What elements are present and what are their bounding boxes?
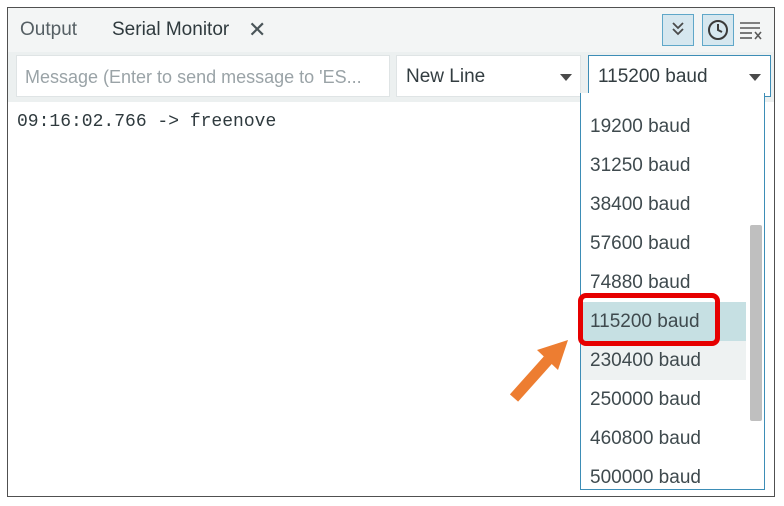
baud-rate-value: 115200 baud — [598, 66, 708, 87]
baud-option[interactable]: 19200 baud — [581, 107, 746, 146]
toggle-timestamp-button[interactable] — [702, 14, 734, 46]
scrollbar-thumb[interactable] — [750, 225, 762, 421]
panel-tab-bar: Output Serial Monitor ✕ — [8, 8, 774, 52]
caret-down-icon — [560, 74, 572, 81]
baud-option[interactable]: 250000 baud — [581, 380, 746, 419]
log-line: 09:16:02.766 -> freenove — [17, 112, 277, 132]
baud-option[interactable]: 460800 baud — [581, 419, 746, 458]
baud-option[interactable]: 38400 baud — [581, 185, 746, 224]
baud-option-hovered[interactable]: 230400 baud — [581, 341, 746, 380]
baud-option[interactable]: 57600 baud — [581, 224, 746, 263]
tab-serial-monitor[interactable]: Serial Monitor — [112, 19, 229, 41]
double-chevron-down-icon — [672, 22, 684, 36]
caret-down-icon — [749, 74, 761, 81]
clear-output-icon[interactable] — [738, 18, 766, 42]
tab-output[interactable]: Output — [20, 19, 77, 41]
dropdown-scrollbar[interactable] — [746, 93, 764, 489]
baud-option[interactable]: 500000 baud — [581, 458, 746, 489]
baud-option[interactable]: 31250 baud — [581, 146, 746, 185]
baud-option[interactable]: 74880 baud — [581, 263, 746, 302]
message-input[interactable]: Message (Enter to send message to 'ES... — [16, 55, 390, 97]
baud-rate-select[interactable]: 115200 baud — [588, 55, 771, 97]
line-ending-value: New Line — [406, 66, 486, 87]
line-ending-select[interactable]: New Line — [396, 55, 581, 97]
close-tab-icon[interactable]: ✕ — [248, 17, 266, 43]
clock-icon — [708, 20, 728, 40]
baud-option-selected[interactable]: 115200 baud — [581, 302, 746, 341]
baud-rate-dropdown[interactable]: 19200 baud 31250 baud 38400 baud 57600 b… — [580, 93, 765, 490]
toggle-autoscroll-button[interactable] — [662, 14, 694, 46]
